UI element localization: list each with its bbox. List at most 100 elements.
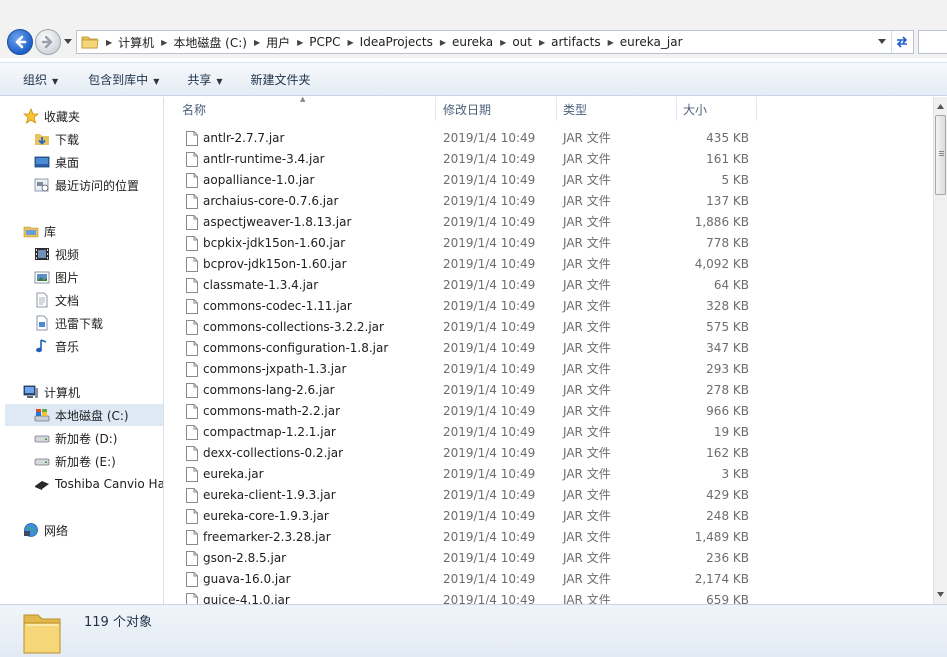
breadcrumb-item[interactable]: IdeaProjects [360, 35, 433, 49]
organize-menu[interactable]: 组织 ▼ [11, 71, 70, 88]
search-input[interactable] [918, 30, 947, 54]
column-header-type[interactable]: 类型 [557, 97, 677, 121]
file-row[interactable]: aspectjweaver-1.8.13.jar 2019/1/4 10:49 JA… [180, 212, 760, 233]
breadcrumb-separator-icon[interactable]: ▶ [493, 38, 512, 47]
sidebar-item-documents[interactable]: 文档 [34, 289, 79, 311]
breadcrumb-item[interactable]: eureka_jar [620, 35, 683, 49]
forward-button[interactable] [35, 29, 61, 55]
sidebar-item-computer[interactable]: 计算机 [23, 381, 80, 403]
breadcrumb-separator-icon[interactable]: ▶ [601, 38, 620, 47]
vertical-scrollbar[interactable] [933, 97, 947, 604]
file-row[interactable]: compactmap-1.2.1.jar 2019/1/4 10:49 JAR 文件… [180, 422, 760, 443]
file-modified-date: 2019/1/4 10:49 [443, 362, 536, 376]
breadcrumb-separator-icon[interactable]: ▶ [290, 38, 309, 47]
column-header-date[interactable]: 修改日期 [437, 97, 557, 121]
file-row[interactable]: bcpkix-jdk15on-1.60.jar 2019/1/4 10:49 JAR… [180, 233, 760, 254]
breadcrumb-item[interactable]: out [512, 35, 532, 49]
jar-file-icon [186, 257, 198, 272]
file-row[interactable]: commons-codec-1.11.jar 2019/1/4 10:49 JAR … [180, 296, 760, 317]
sidebar-item-local-disk-c[interactable]: 本地磁盘 (C:) [5, 404, 163, 426]
address-history-dropdown[interactable] [873, 31, 891, 53]
chevron-down-icon: ▼ [216, 76, 223, 86]
breadcrumb-item[interactable]: PCPC [309, 35, 340, 49]
file-row[interactable]: freemarker-2.3.28.jar 2019/1/4 10:49 JAR 文… [180, 527, 760, 548]
file-modified-date: 2019/1/4 10:49 [443, 341, 536, 355]
sidebar-item-desktop[interactable]: 桌面 [34, 151, 79, 173]
hard-drive-icon [34, 458, 50, 466]
new-folder-button[interactable]: 新建文件夹 [239, 71, 323, 88]
share-menu[interactable]: 共享 ▼ [175, 71, 234, 88]
file-row[interactable]: commons-configuration-1.8.jar 2019/1/4 10… [180, 338, 760, 359]
file-row[interactable]: eureka.jar 2019/1/4 10:49 JAR 文件 3 KB [180, 464, 760, 485]
file-row[interactable]: dexx-collections-0.2.jar 2019/1/4 10:49 JA… [180, 443, 760, 464]
file-size: 248 KB [706, 509, 749, 523]
file-type: JAR 文件 [563, 152, 611, 166]
sidebar-item-new-volume-d[interactable]: 新加卷 (D:) [34, 427, 117, 449]
breadcrumb-separator-icon[interactable]: ▶ [154, 38, 173, 47]
item-count: 119 个对象 [84, 615, 152, 630]
column-header-name[interactable]: 名称 [176, 97, 436, 121]
sidebar-item-downloads[interactable]: 下载 [34, 128, 79, 150]
details-pane: 119 个对象 [0, 604, 947, 657]
sidebar-item-label: 迅雷下载 [55, 316, 104, 331]
sidebar-item-new-volume-e[interactable]: 新加卷 (E:) [34, 450, 116, 472]
recent-pages-dropdown[interactable] [63, 36, 73, 48]
sidebar-item-music[interactable]: 音乐 [34, 335, 79, 357]
back-button[interactable] [7, 29, 33, 55]
file-row[interactable]: aopalliance-1.0.jar 2019/1/4 10:49 JAR 文件 5… [180, 170, 760, 191]
sidebar-item-videos[interactable]: 视频 [34, 243, 79, 265]
sidebar-item-favorites[interactable]: 收藏夹 [23, 105, 80, 127]
breadcrumb-separator-icon[interactable]: ▶ [247, 38, 266, 47]
column-header-size[interactable]: 大小 [677, 97, 757, 121]
file-row[interactable]: antlr-2.7.7.jar 2019/1/4 10:49 JAR 文件 435 K… [180, 128, 760, 149]
include-in-library-menu[interactable]: 包含到库中 ▼ [76, 71, 171, 88]
file-row[interactable]: classmate-1.3.4.jar 2019/1/4 10:49 JAR 文件 6… [180, 275, 760, 296]
sidebar-item-libraries[interactable]: 库 [23, 220, 56, 242]
file-row[interactable]: gson-2.8.5.jar 2019/1/4 10:49 JAR 文件 236 KB [180, 548, 760, 569]
breadcrumb-separator-icon[interactable]: ▶ [433, 38, 452, 47]
jar-file-icon [186, 362, 198, 377]
scroll-up-button[interactable] [934, 98, 947, 114]
sidebar-item-label: 新加卷 (D:) [55, 431, 118, 446]
file-row[interactable]: commons-math-2.2.jar 2019/1/4 10:49 JAR 文件… [180, 401, 760, 422]
file-row[interactable]: eureka-client-1.9.3.jar 2019/1/4 10:49 JAR… [180, 485, 760, 506]
file-row[interactable]: eureka-core-1.9.3.jar 2019/1/4 10:49 JAR 文… [180, 506, 760, 527]
breadcrumb-separator-icon[interactable]: ▶ [99, 38, 118, 47]
file-row[interactable]: bcprov-jdk15on-1.60.jar 2019/1/4 10:49 JAR… [180, 254, 760, 275]
address-bar[interactable]: ▶ 计算机 ▶ 本地磁盘 (C:) ▶ 用户 ▶ PCPC ▶ IdeaProjects ▶ eure… [76, 30, 914, 54]
breadcrumb-item[interactable]: artifacts [551, 35, 600, 49]
file-row[interactable]: commons-lang-2.6.jar 2019/1/4 10:49 JAR 文件… [180, 380, 760, 401]
jar-file-icon [186, 383, 198, 398]
sidebar-item-network[interactable]: 网络 [23, 519, 68, 541]
sidebar-item-pictures[interactable]: 图片 [34, 266, 79, 288]
scrollbar-thumb[interactable] [935, 115, 946, 195]
file-type: JAR 文件 [563, 257, 611, 271]
breadcrumb-item[interactable]: 计算机 [118, 34, 154, 51]
file-row[interactable]: guava-16.0.jar 2019/1/4 10:49 JAR 文件 2,174 … [180, 569, 760, 590]
breadcrumb-separator-icon[interactable]: ▶ [532, 38, 551, 47]
scroll-down-button[interactable] [934, 586, 947, 602]
breadcrumb-item[interactable]: 用户 [266, 34, 290, 51]
file-name: commons-collections-3.2.2.jar [203, 320, 384, 334]
file-modified-date: 2019/1/4 10:49 [443, 194, 536, 208]
sidebar-item-recent-places[interactable]: 最近访问的位置 [34, 174, 139, 196]
file-row[interactable]: antlr-runtime-3.4.jar 2019/1/4 10:49 JAR 文… [180, 149, 760, 170]
file-type: JAR 文件 [563, 173, 611, 187]
breadcrumb-separator-icon[interactable]: ▶ [341, 38, 360, 47]
file-name: freemarker-2.3.28.jar [203, 530, 331, 544]
file-row[interactable]: commons-collections-3.2.2.jar 2019/1/4 10… [180, 317, 760, 338]
sidebar-item-toshiba-canvio[interactable]: Toshiba Canvio Ha [34, 473, 163, 495]
file-row[interactable]: commons-jxpath-1.3.jar 2019/1/4 10:49 JAR … [180, 359, 760, 380]
breadcrumb-item[interactable]: eureka [452, 35, 493, 49]
file-row[interactable]: guice-4.1.0.jar 2019/1/4 10:49 JAR 文件 659 K… [180, 590, 760, 604]
sidebar-item-xunlei-downloads[interactable]: 迅雷下载 [34, 312, 103, 334]
refresh-button[interactable] [891, 31, 911, 53]
recent-places-icon [34, 178, 49, 192]
jar-file-icon [186, 593, 198, 604]
file-type: JAR 文件 [563, 551, 611, 565]
file-modified-date: 2019/1/4 10:49 [443, 551, 536, 565]
file-row[interactable]: archaius-core-0.7.6.jar 2019/1/4 10:49 JAR… [180, 191, 760, 212]
breadcrumb-item[interactable]: 本地磁盘 (C:) [173, 34, 247, 51]
file-type: JAR 文件 [563, 362, 611, 376]
file-modified-date: 2019/1/4 10:49 [443, 572, 536, 586]
